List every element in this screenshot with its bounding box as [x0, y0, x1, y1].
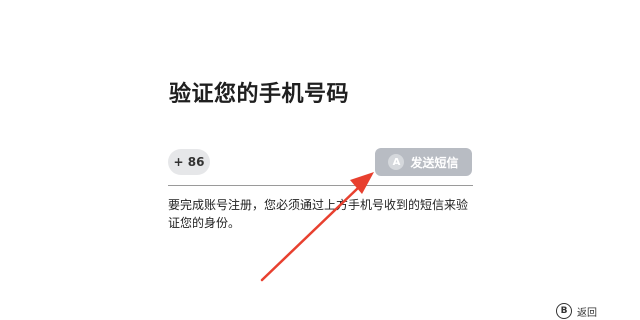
instructions-text: 要完成账号注册，您必须通过上方手机号收到的短信来验证您的身份。 — [168, 198, 469, 230]
back-button[interactable]: B 返回 — [556, 303, 597, 319]
b-button-icon: B — [556, 303, 572, 319]
verify-phone-screen: 验证您的手机号码 + 86 A 发送短信 要完成账号注册，您必须通过上方手机号收… — [0, 0, 640, 320]
country-code-selector[interactable]: + 86 — [168, 149, 210, 175]
send-sms-label: 发送短信 — [410, 155, 459, 170]
phone-row: + 86 A 发送短信 — [168, 148, 473, 176]
phone-input-underline — [168, 185, 473, 186]
page-title: 验证您的手机号码 — [169, 82, 350, 107]
a-button-icon: A — [388, 154, 405, 170]
send-sms-button[interactable]: A 发送短信 — [375, 148, 472, 176]
back-label: 返回 — [577, 307, 597, 319]
